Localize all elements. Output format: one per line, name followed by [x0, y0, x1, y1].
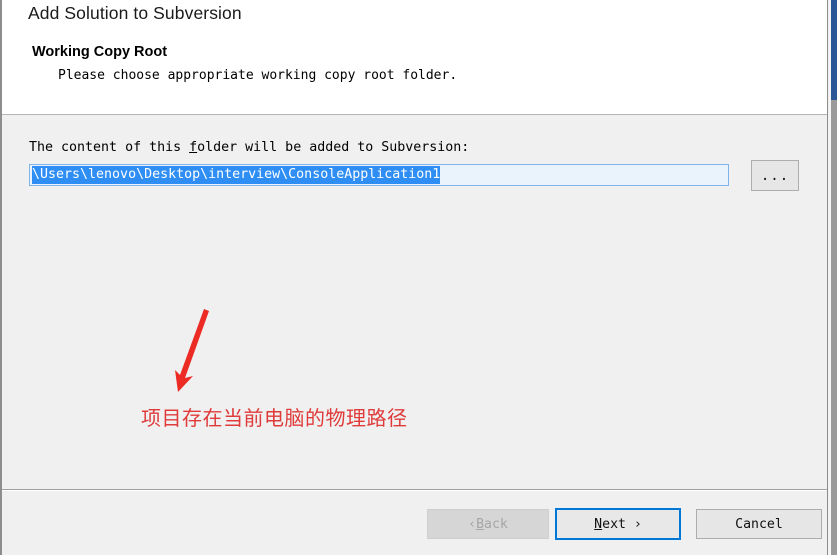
next-button-accesskey: N	[594, 516, 603, 532]
back-button-accesskey: B	[476, 516, 485, 532]
next-button[interactable]: Next ›	[555, 508, 681, 540]
path-field-label: The content of this folder will be added…	[29, 140, 469, 155]
back-button[interactable]: ‹ Back	[427, 509, 549, 539]
cancel-button[interactable]: Cancel	[696, 509, 822, 539]
working-copy-root-input-value[interactable]: \Users\lenovo\Desktop\interview\ConsoleA…	[32, 166, 441, 184]
section-heading: Working Copy Root	[32, 44, 168, 60]
working-copy-root-input[interactable]: \Users\lenovo\Desktop\interview\ConsoleA…	[29, 164, 729, 186]
dialog-body: The content of this folder will be added…	[2, 116, 827, 555]
background-window-body-accent	[831, 100, 837, 555]
path-field-label-before: The content of this	[29, 140, 190, 155]
section-subtitle: Please choose appropriate working copy r…	[58, 68, 458, 83]
background-window-titlebar-accent	[831, 0, 837, 100]
background-window-strip	[829, 0, 837, 555]
add-solution-to-subversion-dialog: Add Solution to Subversion Working Copy …	[0, 0, 828, 555]
annotation-label: 项目存在当前电脑的物理路径	[141, 406, 408, 430]
path-field-label-accesskey: f	[189, 140, 198, 155]
path-field-label-after: older will be added to Subversion:	[197, 140, 470, 155]
back-button-prefix: ‹	[468, 516, 477, 532]
footer-divider	[2, 489, 827, 491]
back-button-suffix: ack	[484, 516, 508, 532]
dialog-title: Add Solution to Subversion	[28, 3, 242, 23]
screenshot-root: Add Solution to Subversion Working Copy …	[0, 0, 837, 555]
annotation-arrow-icon	[175, 309, 209, 392]
dialog-header: Add Solution to Subversion Working Copy …	[2, 0, 827, 115]
next-button-suffix: ext ›	[602, 516, 642, 532]
browse-folder-button[interactable]: ...	[751, 160, 799, 191]
